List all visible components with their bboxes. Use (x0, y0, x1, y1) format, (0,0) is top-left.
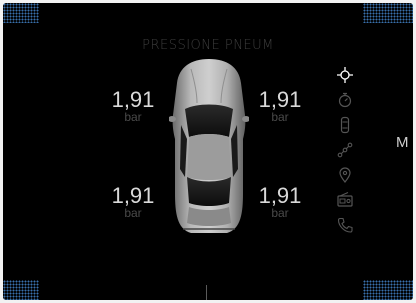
location-pin-icon[interactable] (336, 166, 354, 184)
tire-front-right-pressure: 1,91 (258, 87, 302, 112)
tire-rear-right: 1,91 bar (250, 184, 310, 220)
tire-front-right-unit: bar (271, 110, 289, 124)
divider (206, 285, 207, 300)
tire-front-left: 1,91 bar (103, 88, 163, 124)
speaker-grille-top-left (3, 3, 39, 23)
tire-front-left-unit: bar (124, 110, 142, 124)
tire-rear-right-unit: bar (271, 206, 289, 220)
tire-rear-left-pressure: 1,91 (111, 183, 155, 208)
stopwatch-icon[interactable] (336, 91, 354, 109)
speaker-grille-bottom-left (3, 280, 39, 300)
display-bezel: PRESSIONE PNEUM 1,91 bar 1,91 bar 1,91 b… (0, 0, 416, 303)
tire-rear-right-pressure: 1,91 (258, 183, 302, 208)
tire-front-right: 1,91 bar (250, 88, 310, 124)
page-title: PRESSIONE PNEUM (142, 38, 274, 53)
route-icon[interactable] (336, 141, 354, 159)
speaker-grille-bottom-right (363, 280, 413, 300)
tire-pressure-screen: PRESSIONE PNEUM 1,91 bar 1,91 bar 1,91 b… (3, 3, 413, 300)
tire-rear-left-unit: bar (124, 206, 142, 220)
car-outline-icon[interactable] (336, 116, 354, 134)
car-top-view (168, 53, 250, 241)
tire-front-left-pressure: 1,91 (111, 87, 155, 112)
speaker-grille-top-right (363, 3, 413, 23)
adjacent-screen-label: M (396, 134, 409, 151)
phone-icon[interactable] (336, 216, 354, 234)
radio-icon[interactable] (336, 191, 354, 209)
tire-rear-left: 1,91 bar (103, 184, 163, 220)
crosshair-icon[interactable] (336, 66, 354, 84)
